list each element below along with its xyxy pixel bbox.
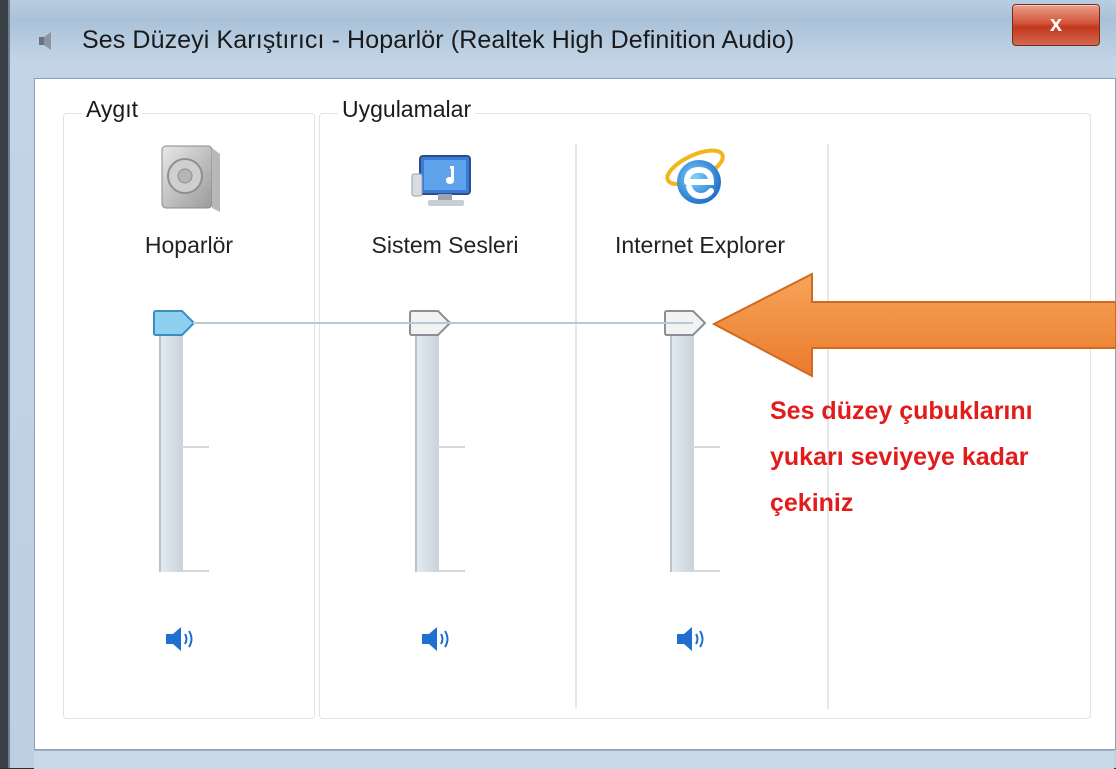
mute-speaker-icon[interactable] — [164, 624, 200, 654]
mute-speaker-icon[interactable] — [420, 624, 456, 654]
device-group: Aygıt Hoparlör — [63, 96, 315, 719]
annotation-line: çekiniz — [770, 489, 854, 517]
volume-track[interactable] — [415, 322, 439, 572]
taskbar-strip — [34, 750, 1114, 769]
window-title: Ses Düzeyi Karıştırıcı - Hoparlör (Realt… — [82, 26, 795, 54]
slider-link-line — [193, 322, 693, 324]
speaker-title-icon — [39, 32, 51, 50]
channel-label: Hoparlör — [144, 232, 234, 258]
channel-label: Sistem Sesleri — [371, 232, 519, 258]
annotation-line: yukarı seviyeye kadar — [770, 443, 1029, 471]
volume-slider-thumb[interactable] — [152, 310, 196, 336]
system-sounds-icon[interactable] — [410, 144, 480, 214]
channel-sistem-sesleri: Sistem Sesleri — [320, 114, 570, 718]
speaker-device-icon[interactable] — [154, 144, 224, 214]
annotation-text: Ses düzey çubuklarını yukarı seviyeye ka… — [770, 388, 1033, 526]
internet-explorer-icon[interactable] — [665, 144, 735, 214]
channel-label: Internet Explorer — [614, 232, 786, 258]
volume-mixer-window: Ses Düzeyi Karıştırıcı - Hoparlör (Realt… — [8, 0, 1116, 769]
annotation-line: Ses düzey çubuklarını — [770, 397, 1033, 425]
volume-ticks — [181, 322, 211, 572]
channel-hoparlor: Hoparlör — [64, 114, 314, 718]
volume-track[interactable] — [670, 322, 694, 572]
title-bar[interactable]: Ses Düzeyi Karıştırıcı - Hoparlör (Realt… — [10, 0, 1116, 80]
volume-track[interactable] — [159, 322, 183, 572]
close-button[interactable]: x — [1012, 4, 1100, 46]
volume-ticks — [437, 322, 467, 572]
annotation-arrow-icon — [712, 272, 1116, 378]
mute-speaker-icon[interactable] — [675, 624, 711, 654]
